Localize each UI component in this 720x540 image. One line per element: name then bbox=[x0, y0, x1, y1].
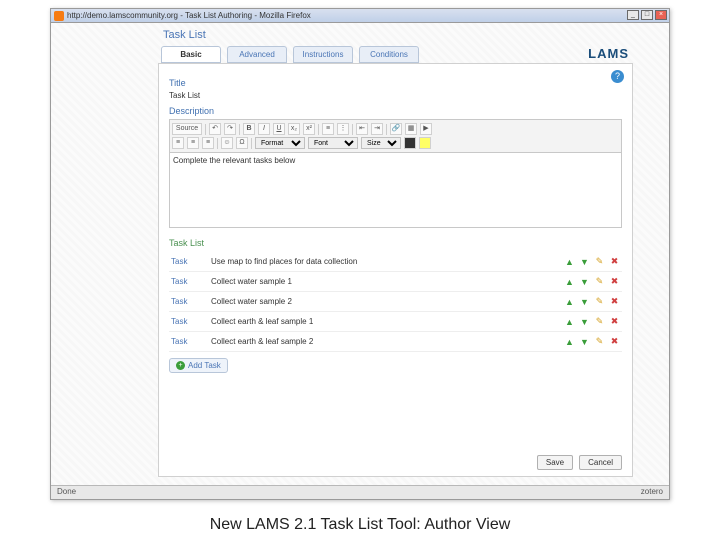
indent-icon[interactable]: ⇥ bbox=[371, 123, 383, 135]
underline-icon[interactable]: U bbox=[273, 123, 285, 135]
movie-icon[interactable]: ▶ bbox=[420, 123, 432, 135]
subscript-icon[interactable]: x₂ bbox=[288, 123, 300, 135]
move-up-icon[interactable]: ▲ bbox=[564, 276, 575, 287]
delete-icon[interactable]: ✖ bbox=[609, 296, 620, 307]
page-title: Task List bbox=[163, 29, 206, 41]
add-task-button[interactable]: + Add Task bbox=[169, 358, 228, 373]
symbol-icon[interactable]: Ω bbox=[236, 137, 248, 149]
outdent-icon[interactable]: ⇤ bbox=[356, 123, 368, 135]
edit-icon[interactable]: ✎ bbox=[594, 256, 605, 267]
lams-logo: LAMS bbox=[588, 46, 629, 61]
undo-icon[interactable]: ↶ bbox=[209, 123, 221, 135]
tab-advanced[interactable]: Advanced bbox=[227, 46, 287, 63]
save-button[interactable]: Save bbox=[537, 455, 573, 470]
window-title: http://demo.lamscommunity.org - Task Lis… bbox=[67, 11, 311, 20]
minimize-button[interactable]: _ bbox=[627, 10, 639, 20]
move-down-icon[interactable]: ▼ bbox=[579, 256, 590, 267]
move-down-icon[interactable]: ▼ bbox=[579, 336, 590, 347]
move-up-icon[interactable]: ▲ bbox=[564, 296, 575, 307]
format-select[interactable]: Format bbox=[255, 137, 305, 149]
task-text: Collect earth & leaf sample 1 bbox=[209, 312, 552, 332]
description-label: Description bbox=[169, 106, 622, 116]
help-icon[interactable]: ? bbox=[611, 70, 624, 83]
bold-icon[interactable]: B bbox=[243, 123, 255, 135]
maximize-button[interactable]: □ bbox=[641, 10, 653, 20]
redo-icon[interactable]: ↷ bbox=[224, 123, 236, 135]
task-label: Task bbox=[169, 332, 209, 352]
text-color-icon[interactable] bbox=[404, 137, 416, 149]
firefox-icon bbox=[54, 11, 64, 21]
size-select[interactable]: Size bbox=[361, 137, 401, 149]
align-right-icon[interactable]: ≡ bbox=[202, 137, 214, 149]
description-editor[interactable]: Complete the relevant tasks below bbox=[169, 153, 622, 228]
task-row: TaskCollect water sample 1 ▲ ▼ ✎ ✖ bbox=[169, 272, 622, 292]
image-icon[interactable]: ▦ bbox=[405, 123, 417, 135]
font-select[interactable]: Font bbox=[308, 137, 358, 149]
italic-icon[interactable]: I bbox=[258, 123, 270, 135]
source-button[interactable]: Source bbox=[172, 123, 202, 135]
task-row: TaskUse map to find places for data coll… bbox=[169, 252, 622, 272]
delete-icon[interactable]: ✖ bbox=[609, 316, 620, 327]
ordered-list-icon[interactable]: ≡ bbox=[322, 123, 334, 135]
status-right: zotero bbox=[641, 487, 663, 498]
unordered-list-icon[interactable]: ⋮ bbox=[337, 123, 349, 135]
window-titlebar: http://demo.lamscommunity.org - Task Lis… bbox=[51, 9, 669, 23]
bg-color-icon[interactable] bbox=[419, 137, 431, 149]
plus-icon: + bbox=[176, 361, 185, 370]
title-value: Task List bbox=[169, 91, 622, 100]
move-down-icon[interactable]: ▼ bbox=[579, 316, 590, 327]
rich-text-toolbar: Source ↶ ↷ B I U x₂ x² ≡ ⋮ ⇤ bbox=[169, 119, 622, 153]
task-row: TaskCollect earth & leaf sample 2 ▲ ▼ ✎ ✖ bbox=[169, 332, 622, 352]
delete-icon[interactable]: ✖ bbox=[609, 276, 620, 287]
task-label: Task bbox=[169, 272, 209, 292]
align-center-icon[interactable]: ≡ bbox=[187, 137, 199, 149]
tab-instructions[interactable]: Instructions bbox=[293, 46, 353, 63]
task-text: Use map to find places for data collecti… bbox=[209, 252, 552, 272]
move-up-icon[interactable]: ▲ bbox=[564, 336, 575, 347]
task-text: Collect water sample 1 bbox=[209, 272, 552, 292]
task-list-heading: Task List bbox=[169, 238, 622, 248]
close-button[interactable]: × bbox=[655, 10, 667, 20]
tab-bar: Basic Advanced Instructions Conditions bbox=[161, 46, 419, 63]
edit-icon[interactable]: ✎ bbox=[594, 336, 605, 347]
task-text: Collect water sample 2 bbox=[209, 292, 552, 312]
edit-icon[interactable]: ✎ bbox=[594, 316, 605, 327]
superscript-icon[interactable]: x² bbox=[303, 123, 315, 135]
task-row: TaskCollect water sample 2 ▲ ▼ ✎ ✖ bbox=[169, 292, 622, 312]
move-up-icon[interactable]: ▲ bbox=[564, 256, 575, 267]
browser-window: http://demo.lamscommunity.org - Task Lis… bbox=[50, 8, 670, 500]
slide-caption: New LAMS 2.1 Task List Tool: Author View bbox=[0, 516, 720, 534]
delete-icon[interactable]: ✖ bbox=[609, 256, 620, 267]
edit-icon[interactable]: ✎ bbox=[594, 276, 605, 287]
status-left: Done bbox=[57, 487, 76, 498]
move-down-icon[interactable]: ▼ bbox=[579, 276, 590, 287]
task-table: TaskUse map to find places for data coll… bbox=[169, 252, 622, 352]
content-area: Task List Basic Advanced Instructions Co… bbox=[51, 23, 669, 485]
edit-icon[interactable]: ✎ bbox=[594, 296, 605, 307]
main-panel: ? Title Task List Description Source ↶ ↷… bbox=[158, 63, 633, 477]
tab-conditions[interactable]: Conditions bbox=[359, 46, 419, 63]
emoji-icon[interactable]: ☺ bbox=[221, 137, 233, 149]
status-bar: Done zotero bbox=[51, 485, 669, 499]
move-up-icon[interactable]: ▲ bbox=[564, 316, 575, 327]
link-icon[interactable]: 🔗 bbox=[390, 123, 402, 135]
title-label: Title bbox=[169, 78, 622, 88]
delete-icon[interactable]: ✖ bbox=[609, 336, 620, 347]
task-label: Task bbox=[169, 252, 209, 272]
task-label: Task bbox=[169, 292, 209, 312]
tab-basic[interactable]: Basic bbox=[161, 46, 221, 63]
task-label: Task bbox=[169, 312, 209, 332]
add-task-label: Add Task bbox=[188, 361, 221, 370]
cancel-button[interactable]: Cancel bbox=[579, 455, 622, 470]
move-down-icon[interactable]: ▼ bbox=[579, 296, 590, 307]
task-text: Collect earth & leaf sample 2 bbox=[209, 332, 552, 352]
task-row: TaskCollect earth & leaf sample 1 ▲ ▼ ✎ ✖ bbox=[169, 312, 622, 332]
align-left-icon[interactable]: ≡ bbox=[172, 137, 184, 149]
